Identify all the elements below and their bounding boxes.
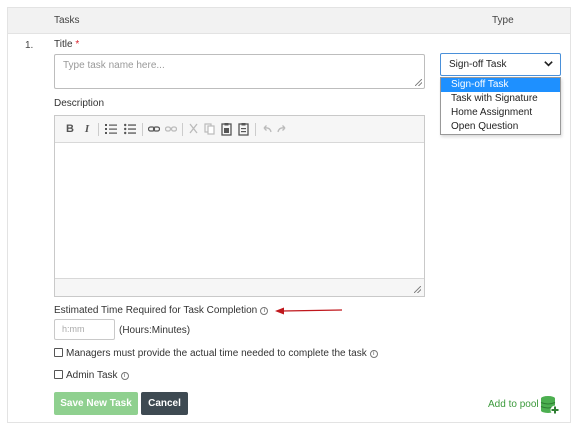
managers-checkbox-label: Managers must provide the actual time ne… [66,348,367,359]
italic-icon[interactable]: I [82,122,92,136]
red-arrow-annotation [275,307,343,315]
database-add-icon[interactable] [540,395,560,415]
link-icon[interactable] [148,122,160,136]
admin-checkbox-row: Admin Task i [54,370,129,382]
toolbar-separator [98,123,99,136]
cancel-button[interactable]: Cancel [141,392,188,415]
info-icon[interactable]: i [369,350,378,358]
chevron-down-icon [544,61,553,67]
task-number: 1. [25,40,34,51]
editor-resize-grip-icon[interactable] [414,286,421,293]
paste-icon[interactable] [221,122,232,136]
estimated-time-label: Estimated Time Required for Task Complet… [54,305,269,316]
admin-checkbox[interactable] [54,370,63,379]
title-label-text: Title [54,39,73,50]
type-column-header: Type [492,15,514,26]
table-header: Tasks Type [8,8,570,34]
editor-toolbar: B I [55,116,424,143]
type-option-open-question[interactable]: Open Question [441,120,560,134]
redo-icon[interactable] [277,122,288,136]
resize-grip-icon[interactable] [415,79,422,86]
required-mark: * [75,39,80,50]
time-input[interactable]: h:mm [54,319,115,340]
add-to-pool-link[interactable]: Add to pool [488,399,539,410]
paste-text-icon[interactable] [238,122,249,136]
toolbar-separator [182,123,183,136]
info-icon[interactable]: i [260,307,269,315]
title-label: Title * [54,39,79,50]
type-option-home-assignment[interactable]: Home Assignment [441,106,560,120]
save-new-task-button[interactable]: Save New Task [54,392,138,415]
numbered-list-icon[interactable] [105,122,117,136]
estimated-time-label-text: Estimated Time Required for Task Complet… [54,305,258,316]
unlink-icon[interactable] [165,122,177,136]
type-select-value: Sign-off Task [449,59,507,70]
type-dropdown-list: Sign-off Task Task with Signature Home A… [440,77,561,135]
info-icon[interactable]: i [120,372,129,380]
managers-checkbox[interactable] [54,348,63,357]
undo-icon[interactable] [261,122,272,136]
bold-icon[interactable]: B [65,122,75,136]
description-editor[interactable]: B I [54,115,425,297]
bulleted-list-icon[interactable] [124,122,136,136]
title-input[interactable]: Type task name here... [54,54,425,89]
description-label: Description [54,98,105,109]
tasks-column-header: Tasks [54,15,80,26]
type-select[interactable]: Sign-off Task [440,53,561,76]
toolbar-separator [255,123,256,136]
hours-minutes-hint: (Hours:Minutes) [119,325,191,336]
type-option-sign-off[interactable]: Sign-off Task [441,78,560,92]
cut-icon[interactable] [188,122,199,136]
time-placeholder: h:mm [62,324,85,334]
admin-checkbox-label: Admin Task [66,370,118,381]
copy-icon[interactable] [204,122,215,136]
task-panel: Tasks Type 1. Title * Type task name her… [7,7,571,423]
editor-statusbar [55,278,424,296]
title-placeholder: Type task name here... [63,60,165,71]
managers-checkbox-row: Managers must provide the actual time ne… [54,348,378,360]
toolbar-separator [142,123,143,136]
type-option-signature[interactable]: Task with Signature [441,92,560,106]
